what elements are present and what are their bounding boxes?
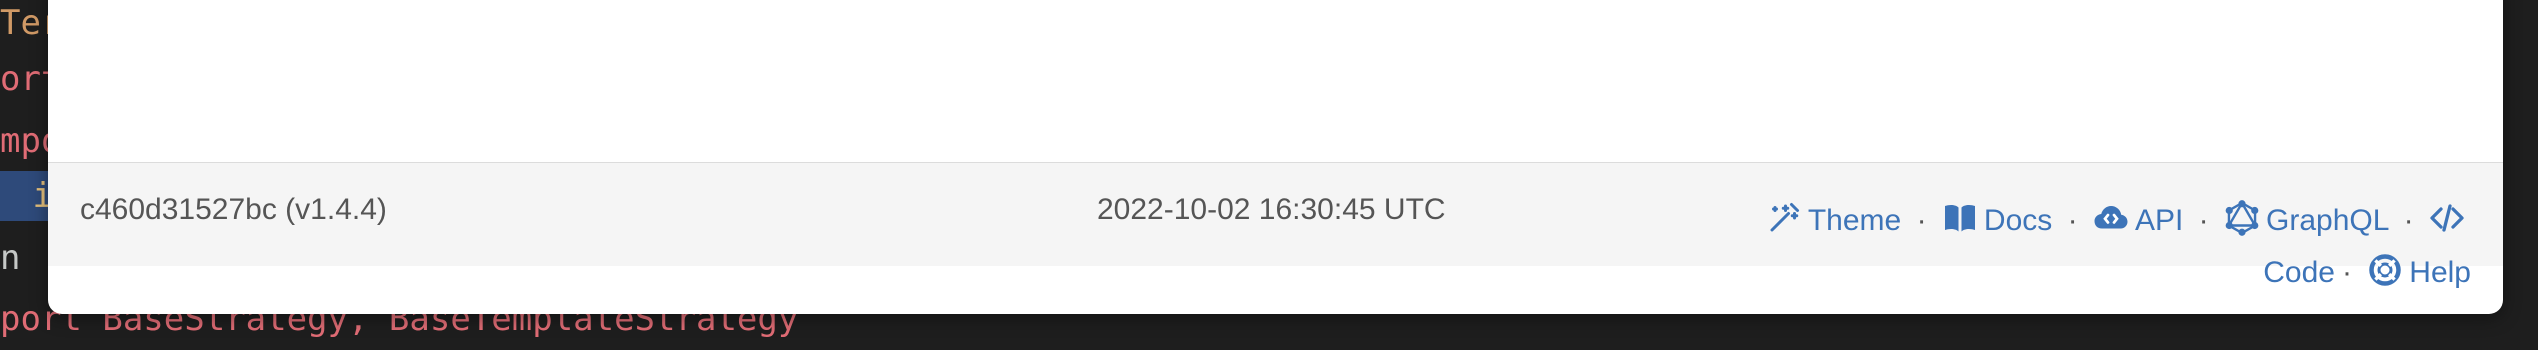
code-icon: [2430, 204, 2464, 232]
separator: ·: [2341, 256, 2352, 289]
code-label: Code: [2263, 256, 2335, 289]
footer-links-line2: Code · Help: [1751, 247, 2471, 299]
modal-body: [48, 0, 2503, 162]
magic-wand-icon: [1770, 203, 1799, 232]
separator: ·: [1916, 204, 1927, 237]
graphql-label: GraphQL: [2266, 204, 2389, 237]
help-label: Help: [2409, 256, 2471, 289]
separator: ·: [2198, 204, 2209, 237]
docs-link[interactable]: Docs: [1934, 204, 2061, 237]
separator: ·: [2403, 204, 2414, 237]
book-icon: [1944, 205, 1975, 232]
theme-label: Theme: [1807, 204, 1902, 237]
footer-links: Theme · Docs · API · GraphQL · Code · He…: [1751, 195, 2471, 299]
api-link[interactable]: API: [2085, 204, 2192, 237]
api-label: API: [2134, 204, 2184, 237]
help-link[interactable]: Help: [2359, 254, 2471, 289]
code-link[interactable]: [2421, 204, 2471, 237]
cloud-icon: [2094, 206, 2128, 229]
lifebuoy-icon: [2369, 254, 2402, 286]
modal-dialog: c460d31527bc (v1.4.4) 2022-10-02 16:30:4…: [48, 0, 2503, 314]
docs-label: Docs: [1983, 204, 2053, 237]
timestamp-label: 2022-10-02 16:30:45 UTC: [1097, 193, 1446, 226]
version-label: c460d31527bc (v1.4.4): [80, 193, 387, 226]
theme-link[interactable]: Theme: [1766, 203, 1910, 237]
graphql-icon: [2225, 200, 2259, 236]
graphql-link[interactable]: GraphQL: [2216, 200, 2397, 237]
code-link-label[interactable]: Code: [2263, 256, 2335, 289]
separator: ·: [2067, 204, 2078, 237]
modal-footer: c460d31527bc (v1.4.4) 2022-10-02 16:30:4…: [48, 162, 2503, 289]
code-line: n: [0, 238, 41, 278]
